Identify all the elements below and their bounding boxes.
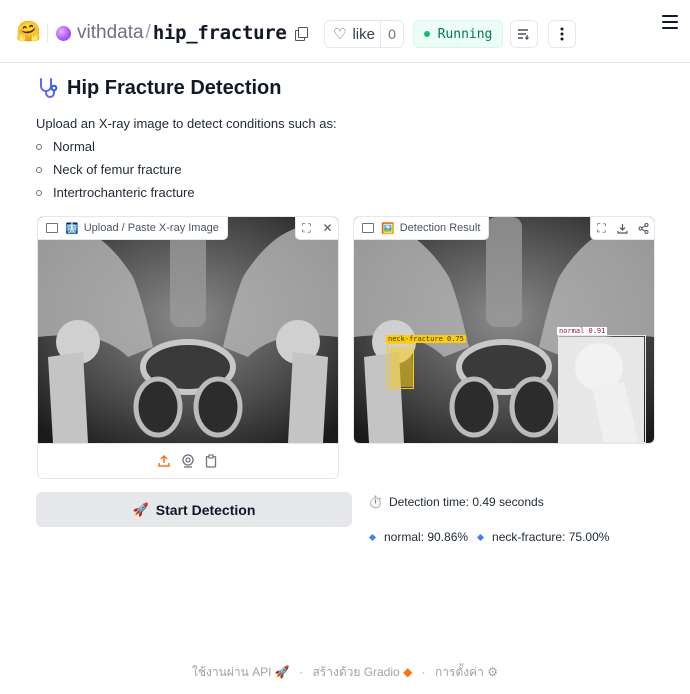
owner-avatar[interactable] — [56, 25, 71, 41]
page-title-row: Hip Fracture Detection — [37, 74, 281, 102]
settings-link[interactable]: การตั้งค่า ⚙ — [435, 663, 498, 682]
detection-results: normal: 90.86% neck-fracture: 75.00% — [368, 530, 610, 544]
repo-owner-link[interactable]: vithdata — [77, 22, 144, 44]
detection-time-text: Detection time: 0.49 seconds — [388, 495, 544, 509]
image-icon — [362, 223, 374, 233]
list-item: Normal — [36, 138, 195, 161]
result-item: normal: 90.86% — [384, 530, 469, 544]
input-panel-label-text: Upload / Paste X-ray Image — [83, 222, 219, 234]
conditions-list: Normal Neck of femur fracture Intertroch… — [36, 138, 195, 207]
like-count[interactable]: 0 — [380, 21, 403, 47]
rocket-icon: 🚀 — [274, 665, 290, 679]
list-item: Neck of femur fracture — [36, 161, 195, 184]
result-item: neck-fracture: 75.00% — [492, 530, 610, 544]
detection-box-neck-fracture — [387, 343, 414, 389]
image-icon — [46, 223, 58, 233]
gear-icon: ⚙ — [487, 665, 498, 679]
start-detection-button[interactable]: 🚀 Start Detection — [36, 492, 352, 527]
status-text: Running — [437, 26, 493, 42]
like-label: like — [352, 25, 375, 43]
heart-icon: ♡ — [333, 25, 347, 43]
page-title: Hip Fracture Detection — [67, 76, 282, 99]
stopwatch-icon: ⏱️ — [368, 495, 383, 509]
upload-icon[interactable] — [156, 453, 172, 469]
footer-separator: · — [421, 665, 426, 679]
use-via-api-link[interactable]: ใช้งานผ่าน API 🚀 — [192, 663, 290, 682]
gradio-logo-icon: ◆ — [403, 665, 413, 679]
input-panel-label: 🩻 Upload / Paste X-ray Image — [38, 217, 228, 240]
vertical-dots-icon — [560, 27, 564, 41]
clipboard-icon[interactable] — [203, 453, 219, 469]
built-with-gradio-link[interactable]: สร้างด้วย Gradio ◆ — [312, 663, 412, 682]
picture-emoji-icon: 🖼️ — [381, 222, 395, 235]
fullscreen-icon[interactable]: ⛶ — [296, 217, 317, 239]
xray-emoji-icon: 🩻 — [65, 222, 79, 235]
detection-result-panel: neck-fracture 0.75 normal 0.91 🖼️ Detect… — [353, 216, 655, 444]
hugging-face-logo-icon[interactable]: 🤗 — [16, 20, 41, 44]
output-panel-label: 🖼️ Detection Result — [354, 217, 490, 240]
list-item: Intertrochanteric fracture — [36, 184, 195, 207]
detection-time: ⏱️ Detection time: 0.49 seconds — [368, 495, 544, 509]
rocket-icon: 🚀 — [132, 501, 149, 517]
logs-button[interactable] — [510, 20, 538, 48]
webcam-icon[interactable] — [180, 453, 196, 469]
like-button[interactable]: ♡ like 0 — [324, 20, 404, 48]
upload-image-panel[interactable]: 🩻 Upload / Paste X-ray Image ⛶ ✕ — [37, 216, 339, 479]
repo-name-link[interactable]: hip_fracture — [153, 22, 287, 44]
start-detection-label: Start Detection — [155, 501, 256, 518]
detection-label-neck-fracture: neck-fracture 0.75 — [386, 335, 466, 343]
blue-diamond-icon — [477, 533, 485, 541]
list-icon — [518, 29, 529, 40]
intro-text: Upload an X-ray image to detect conditio… — [36, 116, 337, 131]
footer: ใช้งานผ่าน API 🚀 · สร้างด้วย Gradio ◆ · … — [0, 663, 690, 682]
input-xray-image[interactable] — [38, 217, 338, 443]
space-header: 🤗 vithdata / hip_fracture ♡ like 0 Runni… — [0, 0, 690, 63]
output-panel-label-text: Detection Result — [399, 222, 481, 234]
close-icon[interactable]: ✕ — [317, 217, 338, 239]
hamburger-menu-icon[interactable] — [662, 15, 678, 29]
detection-label-normal: normal 0.91 — [557, 327, 608, 335]
status-dot-icon — [423, 31, 430, 37]
download-icon[interactable] — [612, 217, 633, 239]
more-options-button[interactable] — [548, 20, 576, 48]
blue-diamond-icon — [368, 533, 377, 541]
input-panel-tools: ⛶ ✕ — [295, 217, 338, 240]
fullscreen-icon[interactable]: ⛶ — [591, 217, 612, 239]
output-panel-tools: ⛶ — [590, 217, 654, 240]
repo-breadcrumb: vithdata / hip_fracture — [56, 19, 308, 47]
footer-separator: · — [299, 665, 304, 679]
share-icon[interactable] — [633, 217, 654, 239]
copy-icon[interactable] — [294, 27, 308, 41]
stethoscope-icon — [40, 78, 58, 98]
upload-source-bar — [38, 443, 338, 478]
status-badge[interactable]: Running — [413, 20, 503, 48]
breadcrumb-separator: / — [145, 22, 151, 43]
detection-box-normal — [558, 335, 646, 443]
header-divider — [47, 24, 48, 42]
